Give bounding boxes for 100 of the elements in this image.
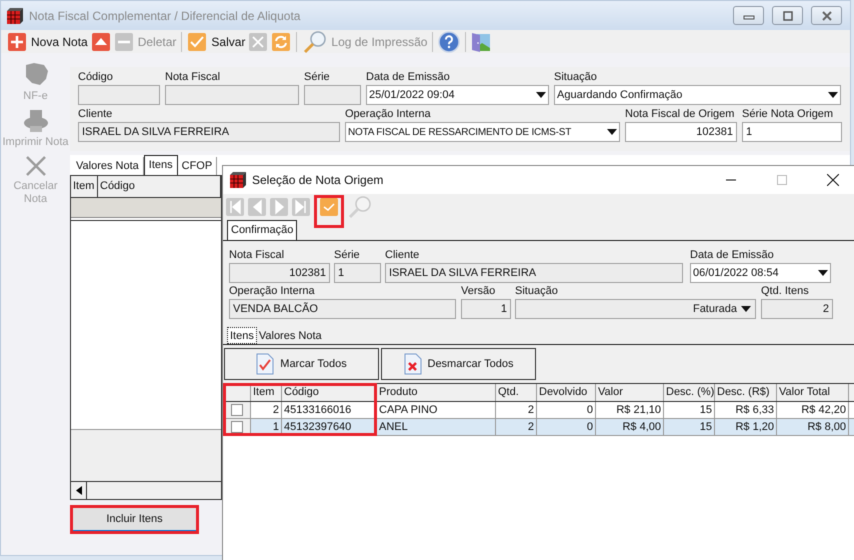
field-label: Situação [554,70,597,85]
confirm-icon[interactable] [319,196,339,216]
left-arrow-icon[interactable] [76,486,82,495]
dropdown-field[interactable]: 25/01/2022 09:04 [366,85,549,105]
document-check-icon [256,353,274,375]
table-cell: 15 [664,419,715,435]
table-cell: R$ 6,33 [715,402,777,418]
input-field[interactable]: 1 [334,263,381,283]
plus-icon [7,32,27,52]
mark-all-button[interactable]: Marcar Todos [224,348,379,380]
field-label: Nota Fiscal [165,70,220,85]
toolbar-button[interactable]: Salvar [187,30,246,52]
table-cell: 0 [537,402,596,418]
input-field[interactable]: VENDA BALCÃO [229,299,456,319]
column-header: Desc. (R$) [717,385,770,400]
printer-icon [22,109,48,133]
table-cell: R$ 42,20 [777,402,849,418]
table-cell: 2 [496,402,537,418]
close-icon [820,10,832,20]
input-field[interactable]: 2 [761,299,833,319]
checkbox[interactable] [230,421,242,433]
close-icon [826,174,838,186]
table-cell: 2 [251,402,282,418]
caret-icon [818,270,828,276]
caret-icon [536,92,546,98]
field-label: Operação Interna [229,284,315,299]
check-icon [187,32,208,52]
input-field[interactable] [304,85,361,105]
include-items-button[interactable]: Incluir Itens [72,507,197,531]
field-label: Data de Emissão [690,248,774,263]
field-label: Qtd. Itens [761,284,809,299]
maximize-icon [776,175,786,185]
column-header: Produto [379,385,418,400]
caret-icon [828,92,838,98]
field-label: Situação [515,284,558,299]
toolbar-button[interactable]: Nova Nota [7,30,88,52]
input-field[interactable] [78,85,160,105]
table-cell: ANEL [377,419,496,435]
input-field[interactable]: 102381 [229,263,330,283]
maximize-icon [782,10,794,20]
app-icon [230,172,246,188]
field-label: Data de Emissão [366,70,450,85]
input-field[interactable] [165,85,299,105]
input-field[interactable]: 1 [742,122,842,142]
unmark-all-button[interactable]: Desmarcar Todos [381,348,536,380]
dialog-title: Seleção de Nota Origem [252,172,384,189]
field-label: Cliente [385,248,420,263]
app-icon [7,8,23,24]
dropdown-field[interactable]: NOTA FISCAL DE RESSARCIMENTO DE ICMS-ST [345,122,620,142]
minimize-icon [726,179,736,181]
dropdown-field[interactable]: 06/01/2022 08:54 [690,263,831,283]
table-cell: 0 [537,419,596,435]
minus-icon [114,32,134,52]
table-cell: R$ 21,10 [596,402,664,418]
minimize-button[interactable] [733,6,764,25]
dropdown-field[interactable]: Aguardando Confirmação [554,85,841,105]
search-icon[interactable] [302,30,328,54]
table-cell: R$ 8,00 [777,419,849,435]
column-header: Item [71,176,98,197]
checkbox[interactable] [230,404,242,416]
field-label: Versão [461,284,496,299]
close-icon [24,155,46,177]
column-header: Devolvido [539,385,588,400]
refresh-icon[interactable] [271,32,292,52]
dropdown-field[interactable]: Faturada [515,299,756,319]
table-cell: CAPA PINO [377,402,496,418]
column-header: Valor Total [779,385,830,400]
column-header: Código [98,176,221,197]
input-field[interactable]: ISRAEL DA SILVA FERREIRA [78,122,340,142]
horizontal-scrollbar[interactable] [71,481,221,499]
column-header: Qtd. [498,385,519,400]
column-header: Código [284,385,319,400]
field-label: Série [304,70,330,85]
tab[interactable]: Itens [144,155,178,175]
column-header: Item [253,385,274,400]
tab[interactable]: Valores Nota [256,327,324,344]
door-icon[interactable] [471,30,492,52]
field-label: Código [78,70,113,85]
maximize-button[interactable] [772,6,803,25]
tab[interactable]: Itens [227,327,257,344]
field-label: Nota Fiscal [229,248,284,263]
field-label: Cliente [78,107,112,122]
input-field[interactable]: 102381 [625,122,737,142]
input-field[interactable]: ISRAEL DA SILVA FERREIRA [385,263,683,283]
table-cell: 2 [496,419,537,435]
caret-icon [607,129,617,135]
tab[interactable]: Confirmação [227,220,298,240]
field-label: Série Nota Origem [742,107,834,122]
input-field[interactable]: 1 [461,299,511,319]
field-label: Operação Interna [345,107,431,122]
document-x-icon [404,353,422,375]
field-label: Nota Fiscal de Origem [625,107,734,122]
field-label: Série [334,248,360,263]
help-icon[interactable] [438,30,460,52]
table-cell: R$ 1,20 [715,419,777,435]
column-header: Desc. (%) [666,385,714,400]
table-cell: R$ 4,00 [596,419,664,435]
window-title: Nota Fiscal Complementar / Diferencial de Aliquota [29,8,300,24]
caret-icon [741,306,751,312]
column-header: Valor [598,385,623,400]
